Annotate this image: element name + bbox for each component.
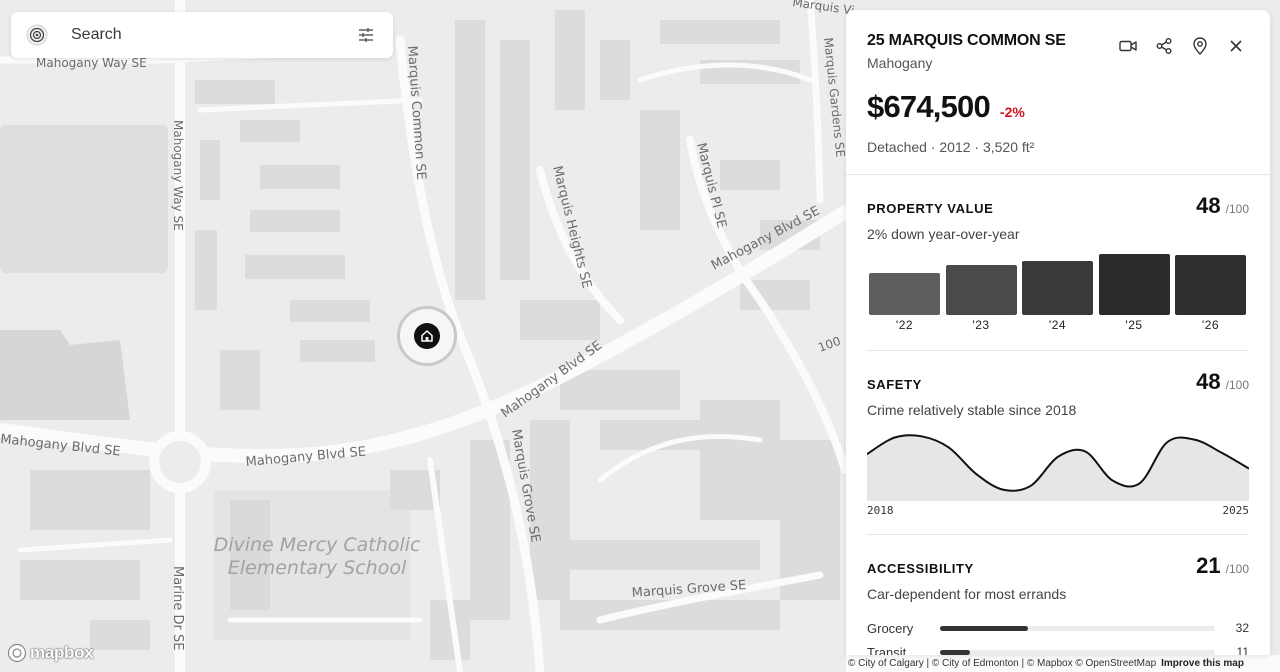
value-bar [1022, 261, 1093, 315]
safety-area-fill [867, 435, 1249, 501]
property-pin[interactable] [397, 306, 457, 366]
access-track [940, 625, 1215, 631]
search-bar[interactable]: Search [11, 12, 393, 58]
value-bar [945, 265, 1017, 315]
section-title: ACCESSIBILITY [867, 561, 974, 576]
property-neighborhood: Mahogany [867, 55, 933, 71]
mapbox-logo[interactable]: mapbox [7, 643, 94, 663]
access-row-transit: Transit 11 [867, 640, 1249, 656]
section-score-max: /100 [1225, 202, 1249, 216]
improve-map-link[interactable]: Improve this map [1161, 658, 1244, 669]
search-input[interactable]: Search [71, 26, 355, 44]
value-bar-label: '24 [1048, 318, 1067, 332]
property-value-section: PROPERTY VALUE 48 /100 2% down year-over… [867, 175, 1249, 351]
price-change: -2% [999, 104, 1025, 120]
section-title: PROPERTY VALUE [867, 201, 994, 216]
accessibility-section: ACCESSIBILITY 21 /100 Car-dependent for … [867, 535, 1249, 655]
location-pin-icon[interactable] [1190, 36, 1210, 56]
section-subtitle: Crime relatively stable since 2018 [867, 402, 1077, 418]
value-bar-label: '22 [895, 318, 914, 332]
chart-start-label: 2018 [867, 504, 894, 517]
access-row-grocery: Grocery 32 [867, 616, 1249, 640]
access-label: Transit [867, 644, 907, 656]
share-icon[interactable] [1154, 36, 1174, 56]
access-fill [940, 625, 1028, 631]
value-bar [1098, 254, 1170, 315]
access-value: 11 [1236, 645, 1249, 655]
mapbox-wordmark: mapbox [30, 643, 94, 662]
section-title: SAFETY [867, 377, 922, 392]
value-bar [1175, 255, 1246, 315]
value-bar-chart [869, 253, 1247, 315]
property-panel: 25 MARQUIS COMMON SE Mahogany $674,500 -… [846, 10, 1270, 655]
attribution-text[interactable]: © City of Calgary | © City of Edmonton |… [848, 658, 1156, 669]
map-attribution: © City of Calgary | © City of Edmonton |… [846, 655, 1280, 672]
street-label-mahogany-way-vertical: Mahogany Way SE [171, 120, 185, 231]
street-label-marine-dr: Marine Dr SE [170, 566, 185, 650]
panel-header: 25 MARQUIS COMMON SE Mahogany $674,500 -… [846, 10, 1270, 175]
value-bar-label: '23 [972, 318, 990, 332]
access-track [940, 649, 1215, 655]
value-bar-label: '25 [1125, 318, 1143, 332]
header-actions [1118, 36, 1246, 56]
mapbox-icon [7, 643, 27, 663]
sliders-icon[interactable] [355, 24, 377, 46]
property-price: $674,500 [867, 89, 991, 124]
access-fill [940, 649, 971, 655]
safety-section: SAFETY 48 /100 Crime relatively stable s… [867, 351, 1249, 535]
price-row: $674,500 -2% [867, 89, 1249, 125]
section-subtitle: Car-dependent for most errands [867, 586, 1067, 602]
video-icon[interactable] [1118, 36, 1138, 56]
section-subtitle: 2% down year-over-year [867, 226, 1020, 242]
access-label: Grocery [867, 620, 914, 636]
school-label-line1: Divine Mercy Catholic [214, 534, 421, 556]
value-bar [869, 272, 940, 315]
street-label-mahogany-way-top: Mahogany Way SE [36, 56, 147, 70]
value-bar-label: '26 [1201, 318, 1220, 332]
target-icon[interactable] [25, 23, 49, 47]
section-score: 21 [1196, 553, 1221, 578]
section-score-max: /100 [1225, 378, 1249, 392]
property-details: Detached · 2012 · 3,520 ft² [867, 139, 1035, 155]
access-value: 32 [1235, 621, 1249, 635]
value-bar-labels: '22 '23 '24 '25 '26 [869, 318, 1247, 334]
close-icon[interactable] [1226, 36, 1246, 56]
safety-area-chart [867, 431, 1249, 501]
section-score: 48 [1196, 369, 1221, 394]
school-label-line2: Elementary School [228, 557, 407, 579]
home-icon [414, 323, 440, 349]
section-score-max: /100 [1225, 562, 1249, 576]
chart-end-label: 2025 [1222, 504, 1250, 517]
section-score: 48 [1196, 193, 1221, 218]
accessibility-list: Grocery 32 Transit 11 [867, 616, 1249, 656]
